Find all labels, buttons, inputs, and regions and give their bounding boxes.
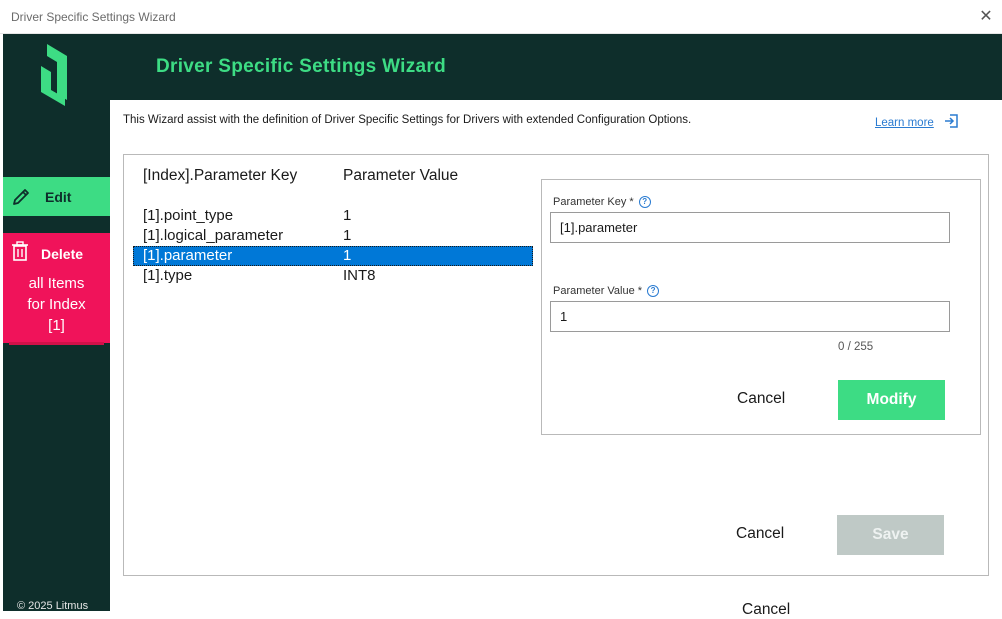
learn-more-link[interactable]: Learn more: [875, 113, 959, 132]
parameter-key-label: Parameter Key * ?: [553, 196, 651, 208]
list-item[interactable]: [1].type INT8: [133, 266, 533, 286]
delete-button-detail: all Items for Index [1]: [3, 273, 110, 336]
exit-icon: [943, 113, 959, 132]
column-header-key: [Index].Parameter Key: [143, 167, 298, 184]
parameter-list: [1].point_type 1 [1].logical_parameter 1…: [133, 206, 533, 286]
page-title: Driver Specific Settings Wizard: [156, 56, 446, 77]
list-item[interactable]: [1].point_type 1: [133, 206, 533, 226]
parameter-value-label: Parameter Value * ?: [553, 285, 660, 297]
delete-line: for Index: [27, 296, 86, 313]
cancel-button[interactable]: Cancel: [736, 525, 784, 543]
delete-button-label: Delete: [41, 245, 84, 262]
list-item-selected[interactable]: [1].parameter 1: [133, 246, 533, 266]
parameter-key-input[interactable]: [550, 212, 950, 243]
list-item-key: [1].point_type: [143, 207, 234, 224]
header: Driver Specific Settings Wizard: [110, 34, 1002, 100]
character-counter: 0 / 255: [838, 341, 874, 353]
column-header-value: Parameter Value: [343, 167, 459, 184]
help-icon[interactable]: ?: [647, 285, 660, 297]
list-item-key: [1].logical_parameter: [143, 227, 284, 244]
list-item-value: 1: [343, 207, 352, 224]
delete-underline: [9, 342, 104, 345]
list-item[interactable]: [1].logical_parameter 1: [133, 226, 533, 246]
modify-button[interactable]: Modify: [838, 380, 945, 420]
save-button[interactable]: Save: [837, 515, 944, 555]
parameter-value-input[interactable]: [550, 301, 950, 332]
form-cancel-button[interactable]: Cancel: [737, 390, 785, 408]
list-item-value: INT8: [343, 267, 376, 284]
litmus-logo: [37, 44, 71, 111]
window-title: Driver Specific Settings Wizard: [11, 10, 176, 24]
list-item-key: [1].parameter: [143, 247, 233, 264]
window-titlebar: Driver Specific Settings Wizard ✕: [0, 0, 1002, 34]
parameter-key-label-text: Parameter Key *: [553, 196, 634, 208]
close-icon[interactable]: ✕: [974, 6, 998, 28]
list-item-value: 1: [343, 247, 352, 264]
list-item-value: 1: [343, 227, 352, 244]
edit-button-label: Edit: [45, 188, 72, 205]
help-icon[interactable]: ?: [638, 196, 651, 208]
pencil-icon: [11, 187, 31, 207]
delete-all-items-button[interactable]: Delete all Items for Index [1]: [3, 233, 110, 343]
delete-line: all Items: [28, 275, 85, 292]
delete-line: [1]: [48, 317, 65, 334]
parameter-value-label-text: Parameter Value *: [553, 285, 643, 297]
edit-button[interactable]: Edit: [3, 177, 110, 216]
trash-icon: [11, 241, 29, 266]
learn-more-label: Learn more: [875, 116, 934, 129]
outer-cancel-button[interactable]: Cancel: [742, 601, 790, 619]
list-item-key: [1].type: [143, 267, 193, 284]
copyright: © 2025 Litmus: [17, 600, 89, 612]
wizard-description: This Wizard assist with the definition o…: [123, 114, 692, 126]
sidebar: Edit Delete all Items for Index [1] © 20…: [3, 34, 110, 612]
